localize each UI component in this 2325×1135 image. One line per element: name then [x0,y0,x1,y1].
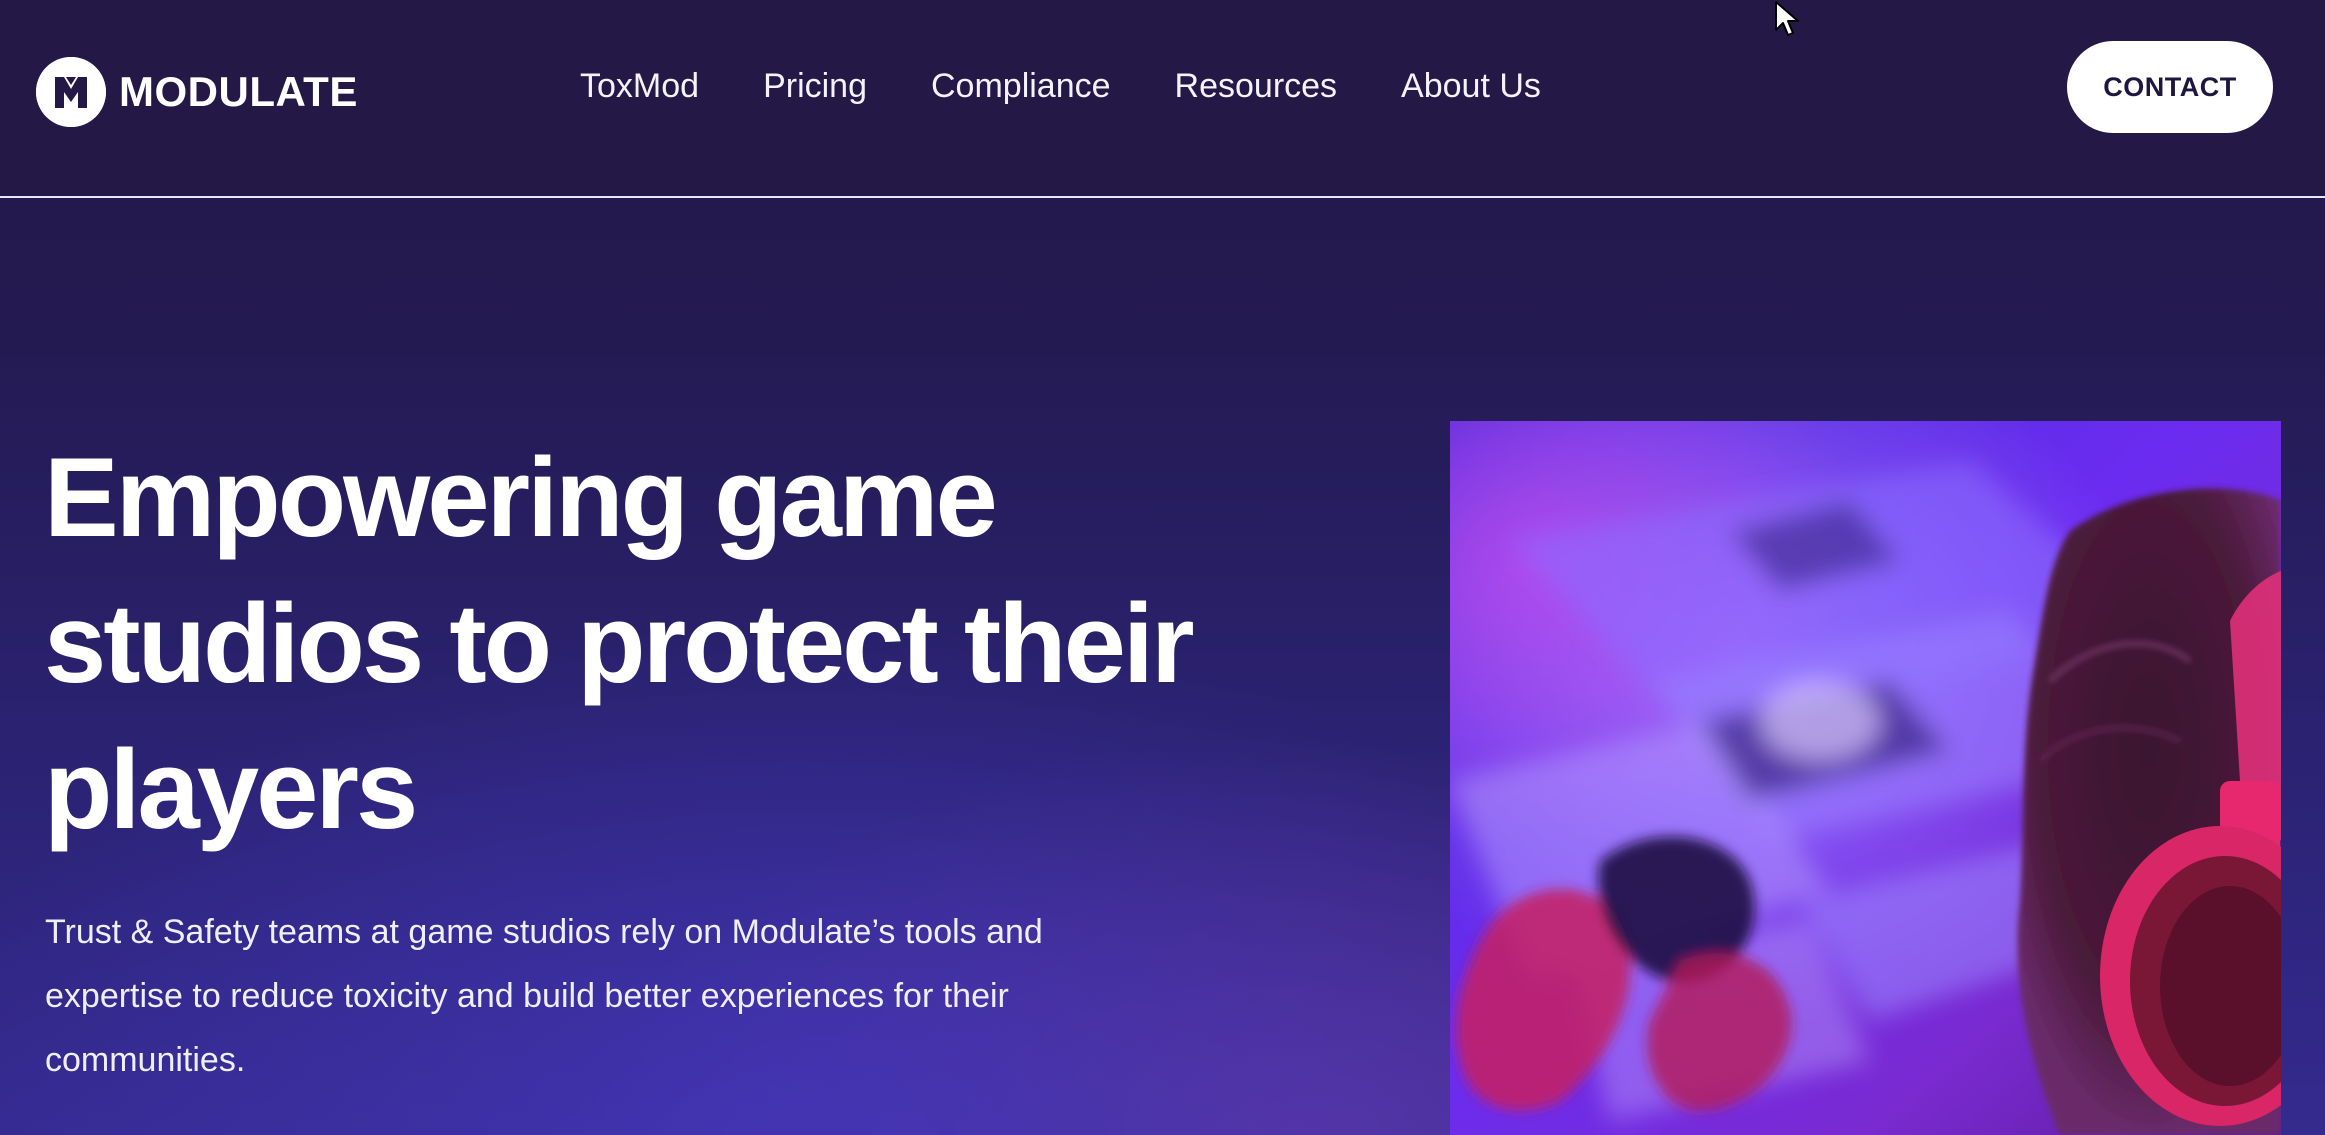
mouse-cursor-icon [1774,0,1802,43]
brand-name: MODULATE [119,68,358,115]
nav-item-compliance[interactable]: Compliance [931,62,1111,110]
nav-item-resources[interactable]: Resources [1175,62,1338,110]
brand-logo-link[interactable]: MODULATE [36,57,358,127]
nav-item-pricing[interactable]: Pricing [763,62,867,110]
hero-subtitle: Trust & Safety teams at game studios rel… [45,913,1043,1079]
hero-image [1450,421,2281,1135]
main-nav: ToxMod Pricing Compliance Resources Abou… [580,62,1605,110]
contact-button[interactable]: CONTACT [2067,41,2273,133]
page: MODULATE ToxMod Pricing Compliance Resou… [0,0,2325,1135]
nav-item-toxmod[interactable]: ToxMod [580,62,699,110]
modulate-logo-icon [36,57,106,127]
hero-title: Empowering game studios to protect their… [44,435,1195,852]
gamer-headphones-illustration [1450,421,2281,1135]
site-header: MODULATE ToxMod Pricing Compliance Resou… [0,0,2325,198]
nav-item-about-us[interactable]: About Us [1401,62,1541,110]
